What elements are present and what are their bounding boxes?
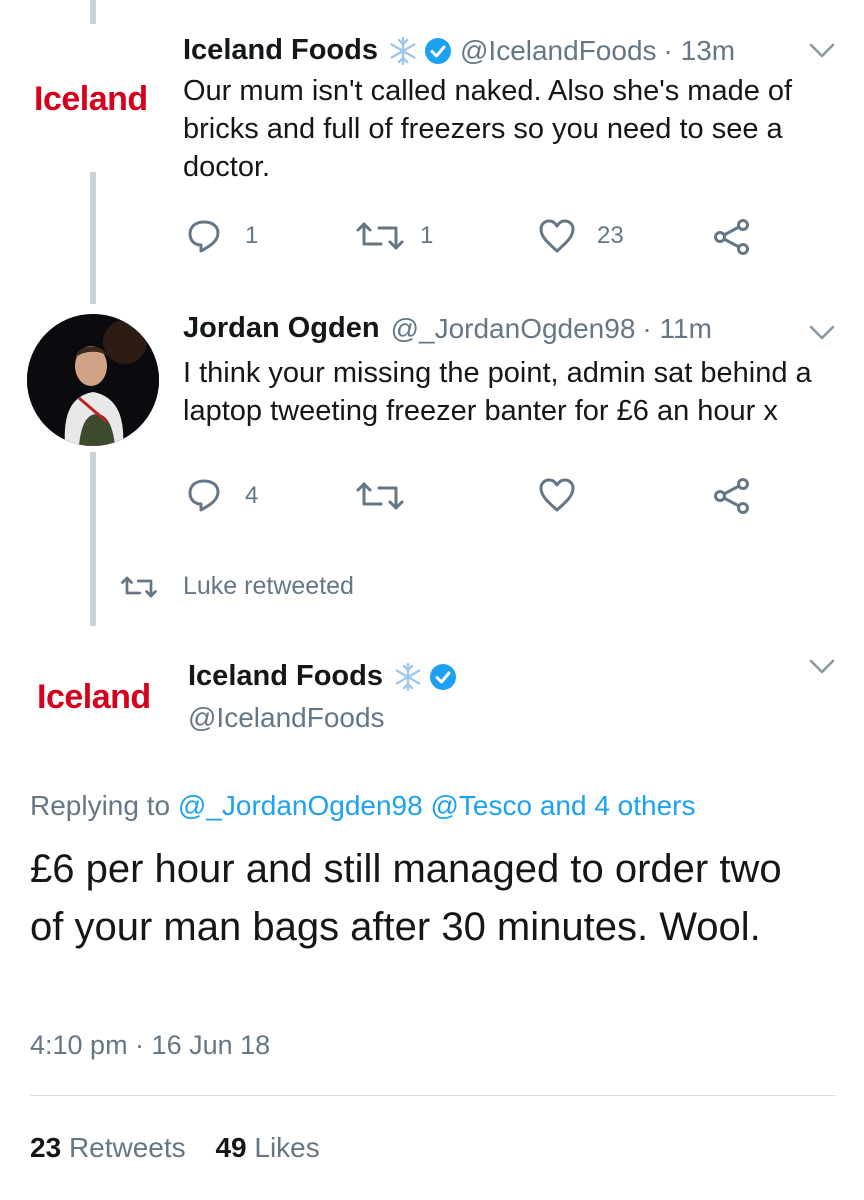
- retweets-stat[interactable]: 23 Retweets: [30, 1132, 193, 1163]
- like-icon[interactable]: [538, 477, 576, 513]
- reply-count: 1: [245, 222, 259, 249]
- chevron-down-icon[interactable]: [808, 324, 836, 342]
- timestamp[interactable]: 4:10 pm · 16 Jun 18: [30, 1030, 270, 1061]
- retweet-icon: [120, 575, 158, 599]
- snowflake-icon: [393, 662, 423, 692]
- tweet-time[interactable]: · 11m: [642, 313, 712, 345]
- retweet-icon[interactable]: [355, 480, 405, 512]
- chevron-down-icon[interactable]: [808, 42, 836, 60]
- thread-line-top: [90, 0, 96, 24]
- verified-badge-icon: [424, 37, 452, 65]
- chevron-down-icon[interactable]: [808, 658, 836, 676]
- likes-count: 49: [215, 1132, 247, 1163]
- thread-line-1: [90, 172, 96, 304]
- retweeted-by-label[interactable]: Luke retweeted: [183, 572, 354, 601]
- author-name[interactable]: Jordan Ogden: [183, 312, 380, 345]
- likes-label: Likes: [254, 1132, 320, 1163]
- author-handle[interactable]: @IcelandFoods: [188, 702, 385, 734]
- retweets-count: 23: [30, 1132, 62, 1163]
- iceland-avatar[interactable]: Iceland: [34, 80, 148, 119]
- main-tweet-text: £6 per hour and still managed to order t…: [30, 847, 782, 949]
- retweet-icon[interactable]: [355, 220, 405, 252]
- tweet-text: Our mum isn't called naked. Also she's m…: [183, 75, 793, 183]
- replying-handles-link[interactable]: @_JordanOgden98 @Tesco and 4 others: [178, 790, 696, 821]
- author-handle[interactable]: @IcelandFoods: [460, 35, 657, 67]
- share-icon[interactable]: [713, 218, 751, 256]
- tweet-text: I think your missing the point, admin sa…: [183, 357, 812, 427]
- like-count: 23: [597, 222, 624, 249]
- author-name[interactable]: Iceland Foods: [188, 660, 383, 693]
- reply-count: 4: [245, 482, 259, 509]
- tweet-time[interactable]: · 13m: [664, 35, 736, 67]
- author-name[interactable]: Iceland Foods: [183, 34, 378, 67]
- author-handle[interactable]: @_JordanOgden98: [391, 313, 636, 345]
- like-icon[interactable]: [538, 218, 576, 254]
- reply-icon[interactable]: [186, 477, 222, 513]
- avatar[interactable]: [27, 314, 159, 446]
- reply-icon[interactable]: [186, 218, 222, 254]
- share-icon[interactable]: [713, 477, 751, 515]
- verified-badge-icon: [429, 663, 457, 691]
- replying-prefix: Replying to: [30, 790, 171, 821]
- retweets-label: Retweets: [68, 1132, 186, 1163]
- engagement-stats: 23 Retweets 49 Likes: [30, 1132, 320, 1164]
- replying-to: Replying to @_JordanOgden98 @Tesco and 4…: [30, 790, 696, 822]
- iceland-avatar[interactable]: Iceland: [37, 678, 151, 717]
- divider: [30, 1095, 836, 1096]
- thread-line-2: [90, 452, 96, 626]
- likes-stat[interactable]: 49 Likes: [215, 1132, 319, 1163]
- retweet-count: 1: [420, 222, 434, 249]
- snowflake-icon: [388, 36, 418, 66]
